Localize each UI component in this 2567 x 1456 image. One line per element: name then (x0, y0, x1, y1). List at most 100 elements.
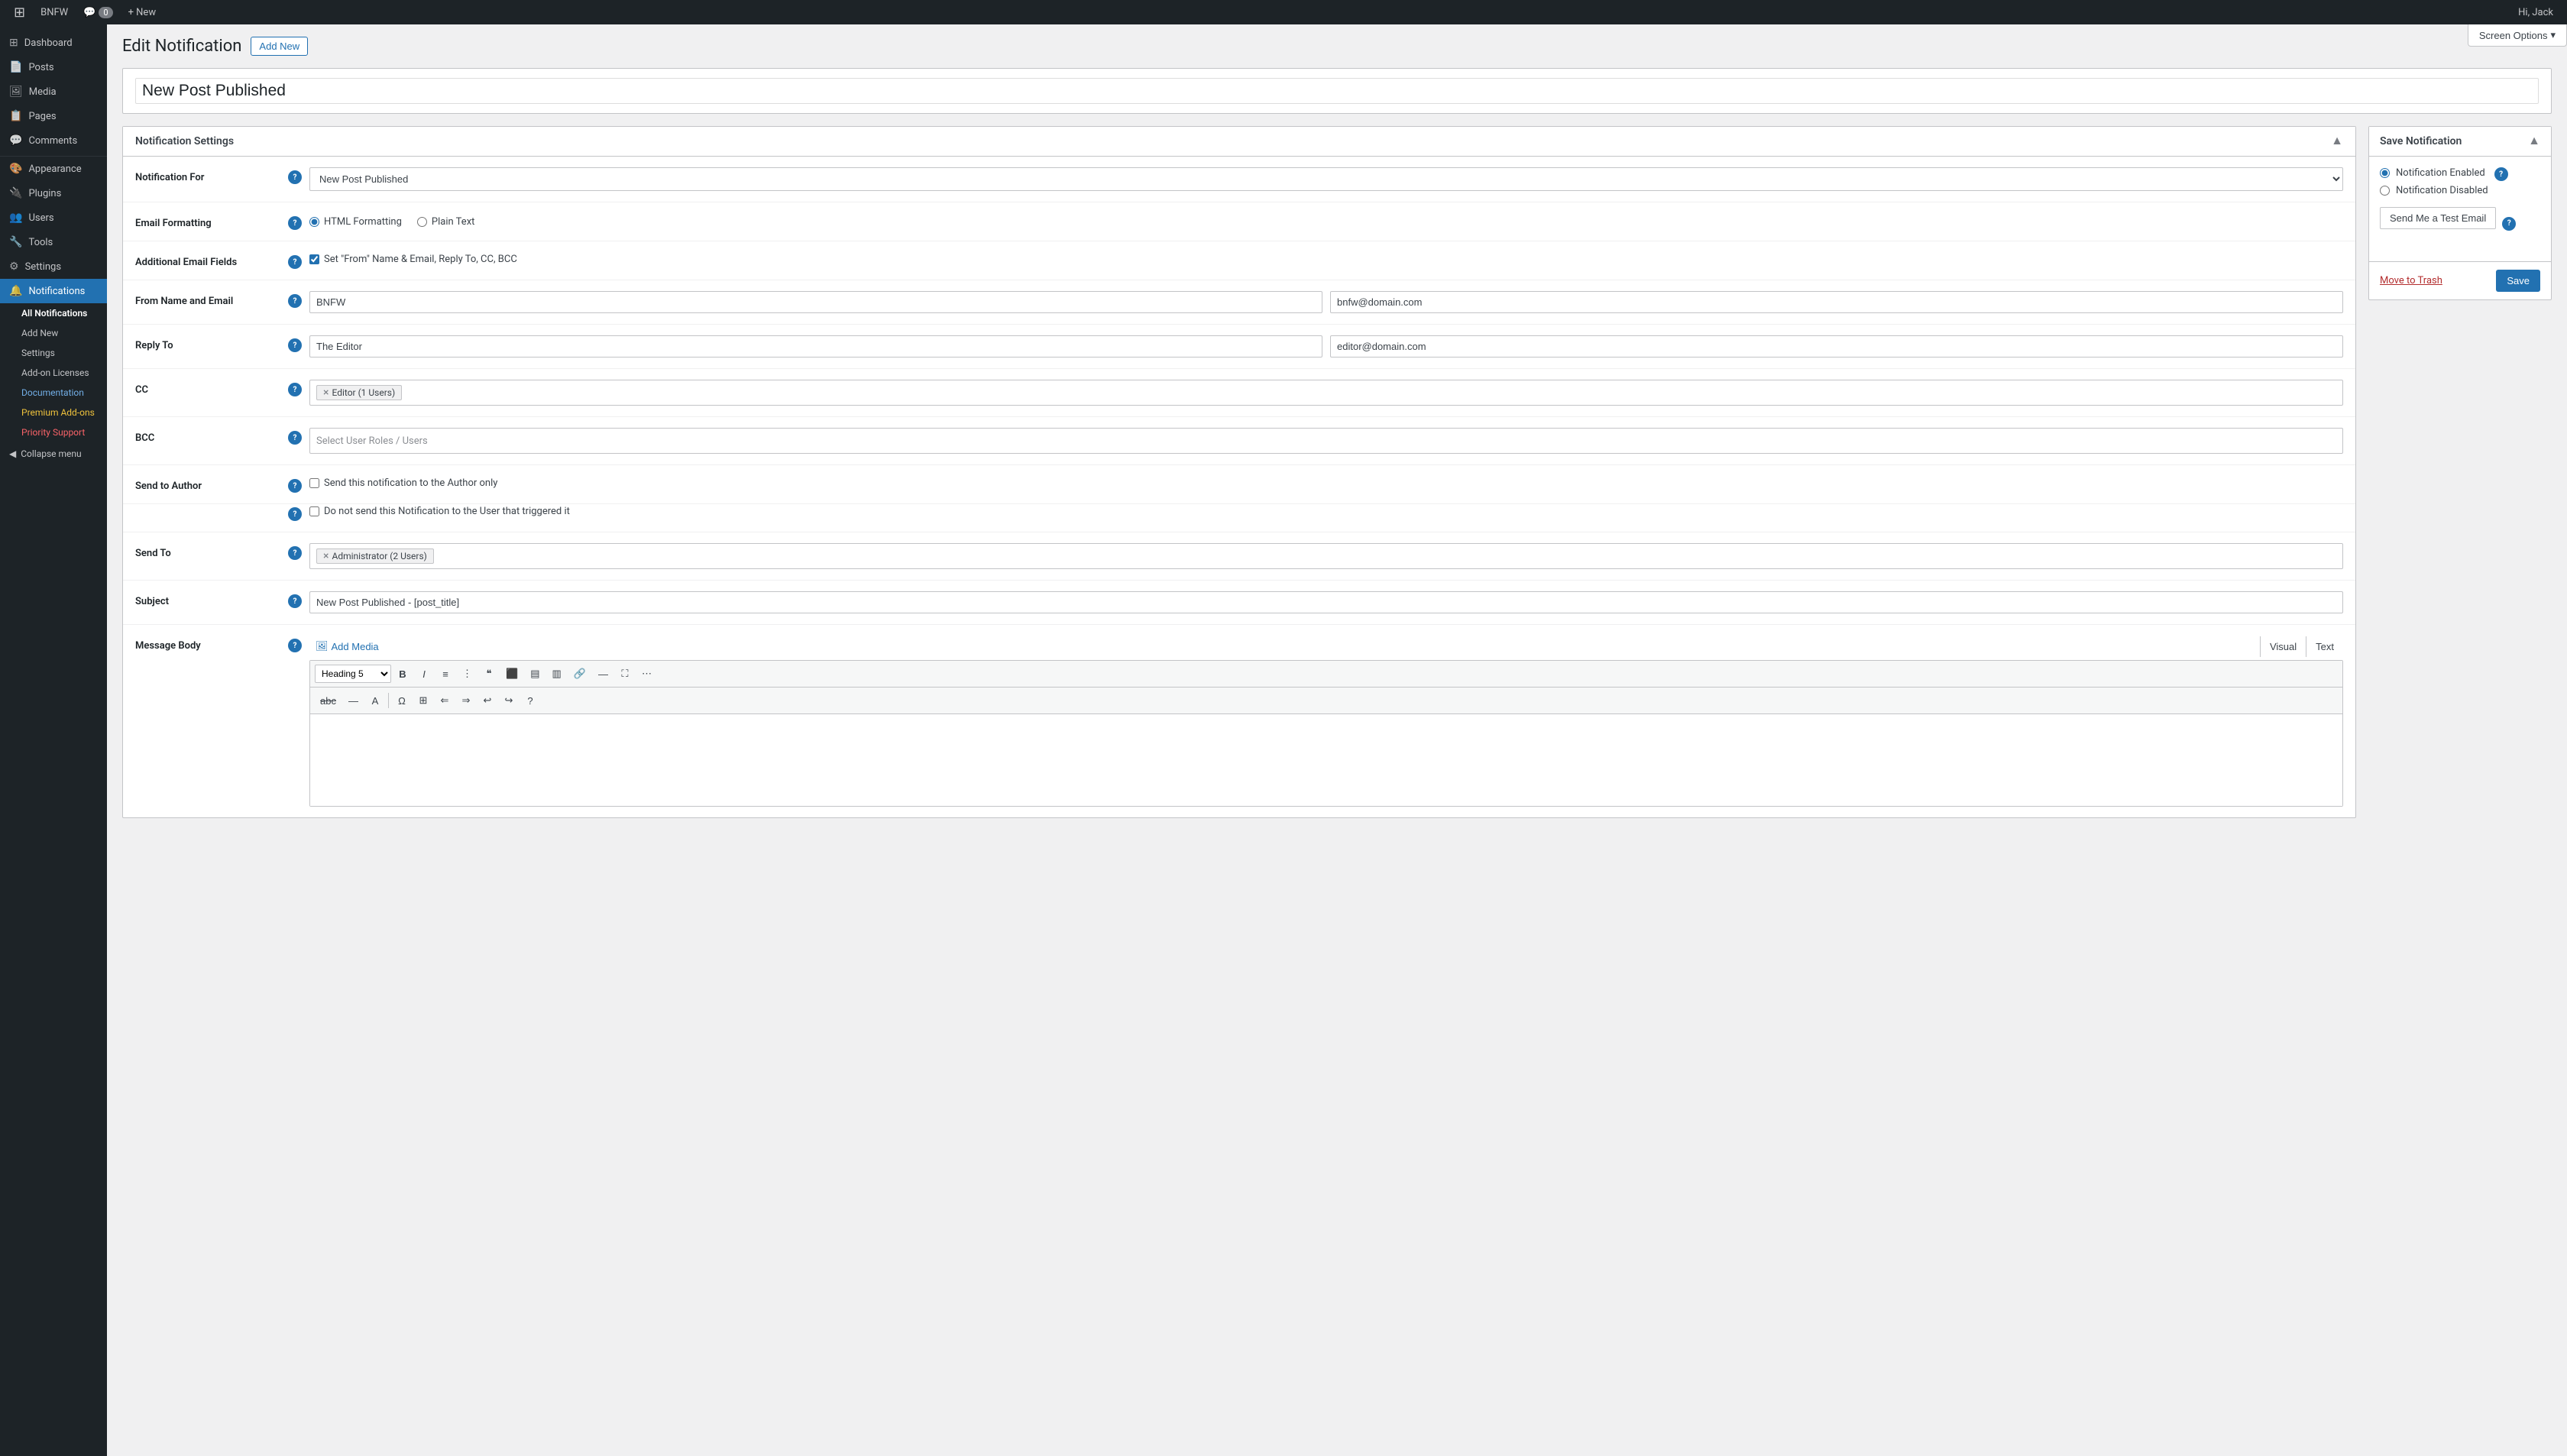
help-icon-notification-for[interactable]: ? (288, 170, 302, 184)
sidebar-item-posts[interactable]: 📄 Posts (0, 55, 107, 79)
sidebar-item-plugins[interactable]: 🔌 Plugins (0, 181, 107, 205)
toolbar-list-indent[interactable]: ⇒ (456, 691, 476, 710)
toolbar-list-outdent[interactable]: ⇐ (435, 691, 455, 710)
save-panel-collapse-btn[interactable]: ▲ (2528, 134, 2540, 148)
toolbar-undo[interactable]: ↩ (477, 691, 497, 710)
sidebar-item-appearance[interactable]: 🎨 Appearance (0, 157, 107, 181)
checkbox-do-not-send[interactable]: Do not send this Notification to the Use… (309, 504, 2343, 519)
send-to-tag-field[interactable]: × Administrator (2 Users) (309, 543, 2343, 569)
toolbar-fullscreen[interactable]: ⛶ (615, 664, 635, 684)
toolbar-rule2[interactable]: — (343, 691, 364, 710)
radio-enabled-input[interactable] (2380, 168, 2390, 178)
bcc-tag-field[interactable]: Select User Roles / Users (309, 428, 2343, 454)
sidebar-subitem-settings[interactable]: Settings (0, 343, 107, 363)
help-notification-for[interactable]: ? (288, 167, 309, 184)
adminbar-comments[interactable]: 💬 0 (76, 0, 120, 24)
sidebar-subitem-premium-add-ons[interactable]: Premium Add-ons (0, 403, 107, 422)
help-reply-to[interactable]: ? (288, 335, 309, 352)
help-icon-reply-to[interactable]: ? (288, 338, 302, 352)
help-bcc[interactable]: ? (288, 428, 309, 445)
cc-tag-remove[interactable]: × (323, 387, 329, 398)
help-send-to-author[interactable]: ? (288, 476, 309, 493)
help-do-not-send[interactable]: ? (288, 504, 309, 521)
from-name-input[interactable] (309, 291, 1322, 313)
toolbar-align-right[interactable]: ▥ (546, 664, 566, 684)
help-icon-notification-status[interactable]: ? (2494, 167, 2508, 181)
toolbar-link[interactable]: 🔗 (568, 664, 591, 684)
radio-disabled[interactable]: Notification Disabled (2380, 185, 2488, 196)
checkbox-author-only[interactable]: Send this notification to the Author onl… (309, 476, 2343, 490)
sidebar-item-pages[interactable]: 📋 Pages (0, 104, 107, 128)
toolbar-horizontal-rule[interactable]: — (593, 665, 613, 684)
sidebar-subitem-documentation[interactable]: Documentation (0, 383, 107, 403)
value-cc[interactable]: × Editor (1 Users) (309, 380, 2343, 406)
radio-html-input[interactable] (309, 217, 319, 227)
help-icon-send-to[interactable]: ? (288, 546, 302, 560)
radio-plain-input[interactable] (417, 217, 427, 227)
help-icon-message-body[interactable]: ? (288, 639, 302, 652)
toolbar-table[interactable]: ⊞ (413, 691, 433, 710)
send-to-tag-remove[interactable]: × (323, 551, 329, 561)
help-message-body[interactable]: ? (288, 636, 309, 652)
help-icon-additional-fields[interactable]: ? (288, 255, 302, 269)
subject-input[interactable] (309, 591, 2343, 613)
help-from-name-email[interactable]: ? (288, 291, 309, 308)
add-new-button[interactable]: Add New (251, 37, 308, 56)
notification-for-select[interactable]: New Post Published New Post Pending Revi… (309, 167, 2343, 191)
adminbar-site-name[interactable]: BNFW (33, 0, 76, 24)
from-email-input[interactable] (1330, 291, 2343, 313)
toolbar-font-color[interactable]: A (365, 691, 385, 710)
toolbar-numbered-list[interactable]: ⋮ (457, 664, 477, 684)
add-media-button[interactable]: 🖼 Add Media (309, 636, 385, 657)
sidebar-item-settings[interactable]: ⚙ Settings (0, 254, 107, 279)
sidebar-collapse-btn[interactable]: ◀ Collapse menu (0, 442, 107, 465)
sidebar-item-comments[interactable]: 💬 Comments (0, 128, 107, 153)
toolbar-align-left[interactable]: ⬛ (500, 664, 523, 684)
send-test-email-button[interactable]: Send Me a Test Email (2380, 207, 2496, 229)
checkbox-do-not-send-input[interactable] (309, 506, 319, 516)
notification-title-input[interactable] (135, 78, 2539, 104)
toolbar-italic[interactable]: I (414, 665, 434, 684)
toolbar-redo[interactable]: ↪ (499, 691, 519, 710)
reply-to-name-input[interactable] (309, 335, 1322, 358)
help-icon-email-formatting[interactable]: ? (288, 216, 302, 230)
help-icon-subject[interactable]: ? (288, 594, 302, 608)
help-cc[interactable]: ? (288, 380, 309, 396)
sidebar-subitem-add-new[interactable]: Add New (0, 323, 107, 343)
help-icon-do-not-send[interactable]: ? (288, 507, 302, 521)
reply-to-email-input[interactable] (1330, 335, 2343, 358)
cc-tag-field[interactable]: × Editor (1 Users) (309, 380, 2343, 406)
checkbox-author-only-input[interactable] (309, 478, 319, 488)
help-icon-send-to-author[interactable]: ? (288, 479, 302, 493)
help-subject[interactable]: ? (288, 591, 309, 608)
radio-disabled-input[interactable] (2380, 186, 2390, 196)
toolbar-more-options[interactable]: ⋯ (636, 664, 657, 684)
sidebar-item-tools[interactable]: 🔧 Tools (0, 230, 107, 254)
help-icon-bcc[interactable]: ? (288, 431, 302, 445)
sidebar-subitem-add-on-licenses[interactable]: Add-on Licenses (0, 363, 107, 383)
help-icon-from-name-email[interactable]: ? (288, 294, 302, 308)
help-icon-cc[interactable]: ? (288, 383, 302, 396)
editor-body[interactable] (310, 714, 2342, 806)
value-bcc[interactable]: Select User Roles / Users (309, 428, 2343, 454)
sidebar-subitem-priority-support[interactable]: Priority Support (0, 422, 107, 442)
tab-text[interactable]: Text (2306, 636, 2343, 657)
screen-options-button[interactable]: Screen Options ▾ (2468, 24, 2567, 47)
panel-collapse-button[interactable]: ▲ (2331, 134, 2343, 148)
radio-html-formatting[interactable]: HTML Formatting (309, 216, 402, 228)
sidebar-item-media[interactable]: 🖼 Media (0, 79, 107, 104)
toolbar-help[interactable]: ? (520, 691, 540, 710)
sidebar-item-users[interactable]: 👥 Users (0, 205, 107, 230)
toolbar-blockquote[interactable]: ❝ (479, 664, 499, 684)
move-to-trash-link[interactable]: Move to Trash (2380, 275, 2442, 286)
checkbox-additional-fields[interactable]: Set "From" Name & Email, Reply To, CC, B… (309, 252, 2343, 267)
tab-visual[interactable]: Visual (2260, 636, 2306, 657)
adminbar-wp-logo[interactable]: ⊞ (6, 0, 33, 24)
help-email-formatting[interactable]: ? (288, 213, 309, 230)
radio-enabled[interactable]: Notification Enabled (2380, 167, 2488, 179)
value-send-to[interactable]: × Administrator (2 Users) (309, 543, 2343, 569)
toolbar-bullet-list[interactable]: ≡ (435, 665, 455, 684)
sidebar-item-notifications[interactable]: 🔔 Notifications (0, 279, 107, 303)
sidebar-item-dashboard[interactable]: ⊞ Dashboard (0, 31, 107, 55)
help-send-to[interactable]: ? (288, 543, 309, 560)
